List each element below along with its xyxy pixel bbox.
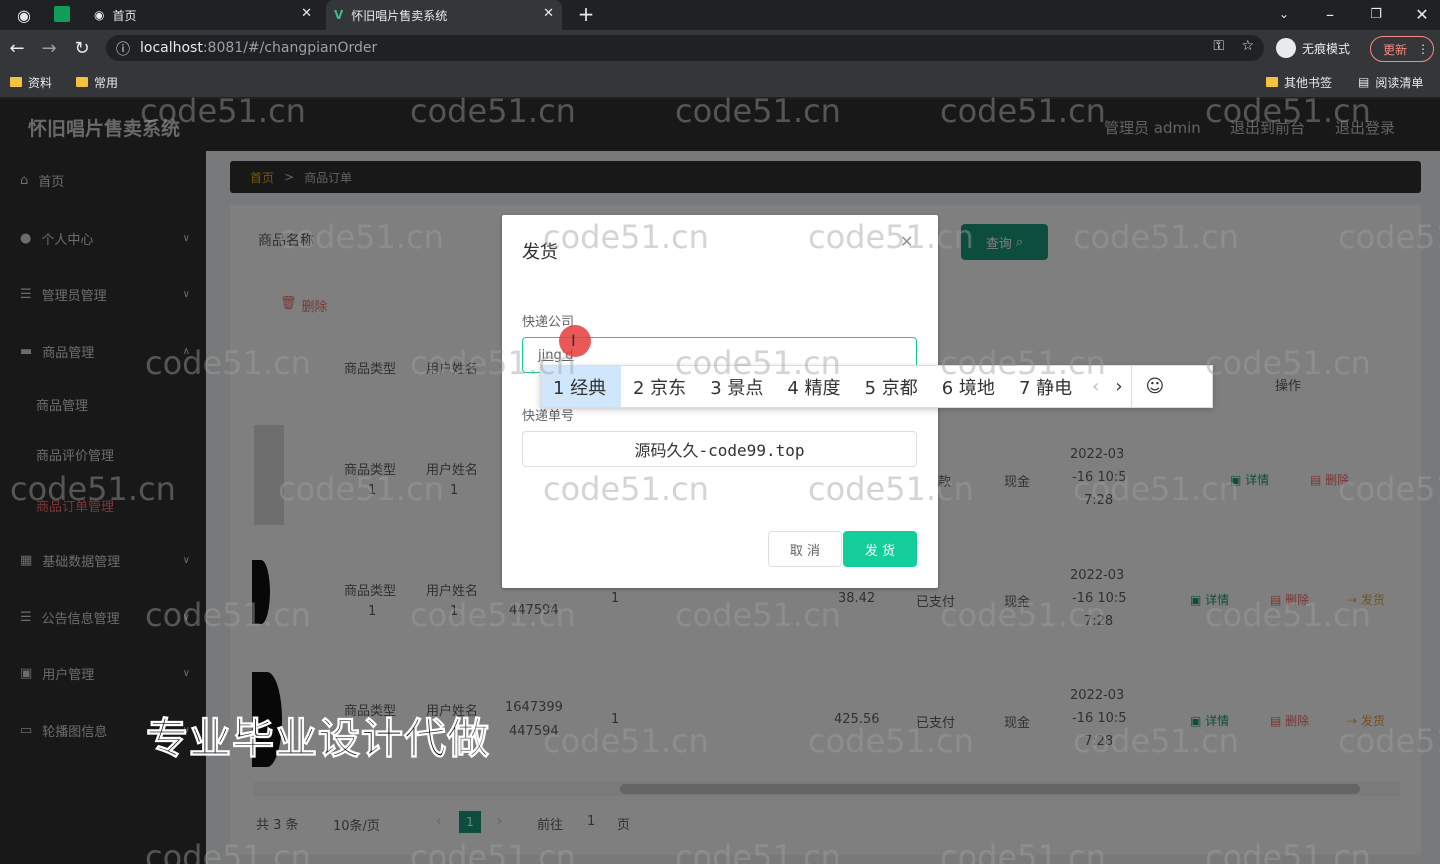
vue-icon: V [334,8,344,22]
site-watermark: code51.cn [410,838,576,864]
more-icon: ⋮ [1417,42,1430,56]
site-watermark: code51.cn [543,722,709,760]
url-host: localhost [140,40,203,56]
globe-icon: ◉ [94,8,105,22]
browser-menu-icon[interactable]: ◉ [14,5,34,25]
site-watermark: code51.cn [1338,470,1440,508]
tracking-input[interactable]: 源码久久-code99.top [522,431,917,467]
close-icon[interactable]: ✕ [301,6,312,21]
browser-tab-bar: ◉ ◉ 首页 ✕ V 怀旧唱片售卖系统 ✕ + ⌄ – ❐ ✕ [0,0,1440,30]
tracking-input-value: 源码久久-code99.top [634,441,805,460]
emoji-icon[interactable]: ☺ [1132,366,1179,407]
bookmark-label: 其他书签 [1284,75,1333,90]
key-icon[interactable]: ⚿ [1213,38,1224,54]
reading-list-icon: ▤ [1358,75,1370,89]
reading-list[interactable]: ▤ 阅读清单 [1358,73,1423,91]
ime-candidate[interactable]: 5 京都 [853,366,930,407]
promo-watermark: 专业毕业设计代做 [145,714,491,764]
tab-search-icon[interactable]: ⌄ [1274,4,1294,24]
ime-candidate-bar: 1 经典 2 京东 3 景点 4 精度 5 京都 6 境地 7 静电 ‹ › ☺ [540,365,1213,408]
info-icon[interactable]: ⓘ [116,39,130,59]
site-watermark: code51.cn [145,596,311,634]
site-watermark: code51.cn [940,344,1106,382]
bookmark-folder[interactable]: 资料 [10,73,52,91]
site-watermark: code51.cn [1205,92,1371,130]
site-watermark: code51.cn [140,92,306,130]
bookmark-label: 常用 [94,75,119,90]
tab-home[interactable]: ◉ 首页 ✕ [86,0,320,30]
site-watermark: code51.cn [1205,596,1371,634]
site-watermark: code51.cn [543,218,709,256]
update-label: 更新 [1383,42,1408,57]
url-path: :8081/#/changpianOrder [202,40,378,56]
window-close-icon[interactable]: ✕ [1412,4,1432,24]
site-watermark: code51.cn [808,470,974,508]
bookmark-label: 阅读清单 [1375,75,1424,90]
site-watermark: code51.cn [145,838,311,864]
site-watermark: code51.cn [1073,470,1239,508]
site-watermark: code51.cn [1073,218,1239,256]
folder-icon [76,77,88,87]
site-watermark: code51.cn [410,596,576,634]
site-watermark: code51.cn [410,92,576,130]
tab-active[interactable]: V 怀旧唱片售卖系统 ✕ [326,0,562,30]
site-watermark: code51.cn [145,344,311,382]
incognito-label: 无痕模式 [1302,41,1351,56]
back-icon[interactable]: ← [6,37,28,59]
site-watermark: code51.cn [10,470,176,508]
bookmark-label: 资料 [28,75,53,90]
site-watermark: code51.cn [675,838,841,864]
ime-next-icon[interactable]: › [1107,366,1132,407]
site-watermark: code51.cn [410,344,576,382]
update-button[interactable]: 更新 ⋮ [1370,36,1434,62]
site-watermark: code51.cn [675,596,841,634]
site-watermark: code51.cn [1338,218,1440,256]
close-icon[interactable]: ✕ [543,6,554,21]
site-watermark: code51.cn [675,92,841,130]
site-watermark: code51.cn [1205,838,1371,864]
site-watermark: code51.cn [1205,344,1371,382]
sheets-app-icon[interactable] [54,6,70,22]
confirm-ship-button[interactable]: 发 货 [843,531,917,567]
site-watermark: code51.cn [808,218,974,256]
forward-icon[interactable]: → [38,37,60,59]
site-watermark: code51.cn [940,92,1106,130]
incognito-indicator[interactable]: 无痕模式 [1276,37,1366,59]
restore-icon[interactable]: ❐ [1366,4,1386,24]
site-watermark: code51.cn [278,470,444,508]
reload-icon[interactable]: ↻ [71,37,93,59]
bookmark-folder[interactable]: 其他书签 [1266,73,1332,91]
site-watermark: code51.cn [940,838,1106,864]
site-watermark: code51.cn [675,344,841,382]
incognito-icon [1276,38,1296,58]
site-watermark: code51.cn [543,470,709,508]
site-watermark: code51.cn [278,218,444,256]
new-tab-icon[interactable]: + [576,2,596,26]
folder-icon [1266,77,1278,87]
site-watermark: code51.cn [940,596,1106,634]
site-watermark: code51.cn [1073,722,1239,760]
minimize-icon[interactable]: – [1320,4,1340,24]
bookmark-folder[interactable]: 常用 [76,73,118,91]
url-field[interactable]: ⓘ localhost:8081/#/changpianOrder ⚿ ☆ [106,35,1264,61]
cancel-button[interactable]: 取 消 [768,531,842,567]
folder-icon [10,77,22,87]
star-icon[interactable]: ☆ [1241,38,1254,54]
site-watermark: code51.cn [1338,722,1440,760]
tab-title: 首页 [112,8,137,23]
tab-title: 怀旧唱片售卖系统 [351,8,448,23]
site-watermark: code51.cn [808,722,974,760]
